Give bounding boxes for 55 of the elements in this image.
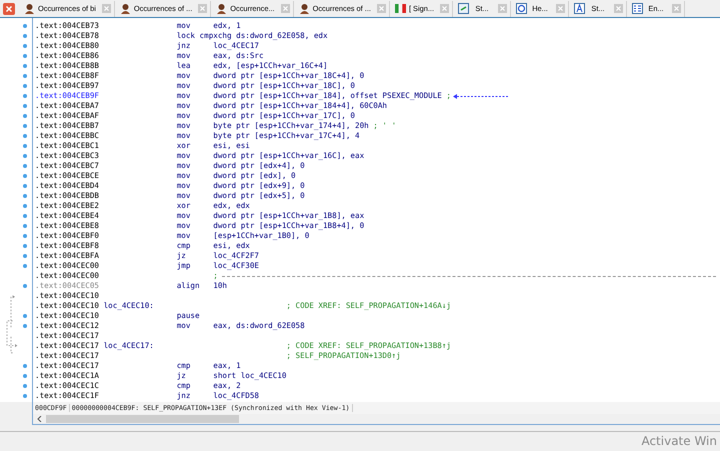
breakpoint-dot[interactable]: [23, 174, 27, 178]
breakpoint-dot[interactable]: [23, 64, 27, 68]
close-icon[interactable]: [614, 4, 623, 13]
person-icon: [298, 3, 310, 14]
breakpoint-dot[interactable]: [23, 104, 27, 108]
breakpoint-dot[interactable]: [23, 34, 27, 38]
scrollbar-thumb[interactable]: [46, 415, 239, 423]
breakpoint-dot[interactable]: [23, 24, 27, 28]
breakpoint-dot[interactable]: [23, 394, 27, 398]
scroll-left-icon[interactable]: [37, 416, 42, 422]
close-icon[interactable]: [498, 4, 507, 13]
close-icon[interactable]: [440, 4, 449, 13]
close-icon[interactable]: [556, 4, 565, 13]
breakpoint-dot[interactable]: [23, 244, 27, 248]
flag-icon: [394, 4, 406, 13]
circle-icon: [516, 3, 527, 14]
breakpoint-dot[interactable]: [23, 364, 27, 368]
breakpoint-dot[interactable]: [23, 384, 27, 388]
close-icon[interactable]: [280, 4, 290, 13]
breakpoint-dot[interactable]: [23, 324, 27, 328]
breakpoint-dot[interactable]: [23, 264, 27, 268]
breakpoint-dot[interactable]: [23, 154, 27, 158]
breakpoint-dot[interactable]: [23, 184, 27, 188]
person-icon: [120, 3, 131, 14]
arrow-icon: [453, 94, 509, 98]
document-icon: [458, 3, 469, 14]
close-icon[interactable]: [102, 4, 111, 13]
breakpoint-dot[interactable]: [23, 224, 27, 228]
close-icon[interactable]: [672, 4, 681, 13]
breakpoint-dot[interactable]: [23, 74, 27, 78]
breakpoint-dot[interactable]: [23, 284, 27, 288]
breakpoint-dot[interactable]: [23, 234, 27, 238]
breakpoint-dot[interactable]: [23, 254, 27, 258]
breakpoint-dot[interactable]: [23, 314, 27, 318]
breakpoint-dot[interactable]: [23, 194, 27, 198]
letter-icon: [574, 3, 585, 14]
close-icon[interactable]: [3, 2, 15, 14]
breakpoint-dot[interactable]: [23, 374, 27, 378]
person-icon: [24, 3, 35, 14]
breakpoint-dot[interactable]: [23, 214, 27, 218]
breakpoint-dot[interactable]: [23, 134, 27, 138]
close-icon[interactable]: [376, 4, 386, 13]
breakpoint-dot[interactable]: [23, 44, 27, 48]
breakpoint-dot[interactable]: [23, 164, 27, 168]
breakpoint-dot[interactable]: [23, 114, 27, 118]
breakpoint-dot[interactable]: [23, 144, 27, 148]
breakpoint-dot[interactable]: [23, 204, 27, 208]
person-icon: [216, 3, 228, 14]
close-icon[interactable]: [198, 4, 208, 13]
breakpoint-dot[interactable]: [23, 124, 27, 128]
activation-notice: Activate Win: [641, 434, 717, 448]
breakpoint-dot[interactable]: [23, 84, 27, 88]
breakpoint-dot[interactable]: [23, 54, 27, 58]
breakpoint-dot[interactable]: [23, 94, 27, 98]
grid-icon: [632, 3, 643, 14]
